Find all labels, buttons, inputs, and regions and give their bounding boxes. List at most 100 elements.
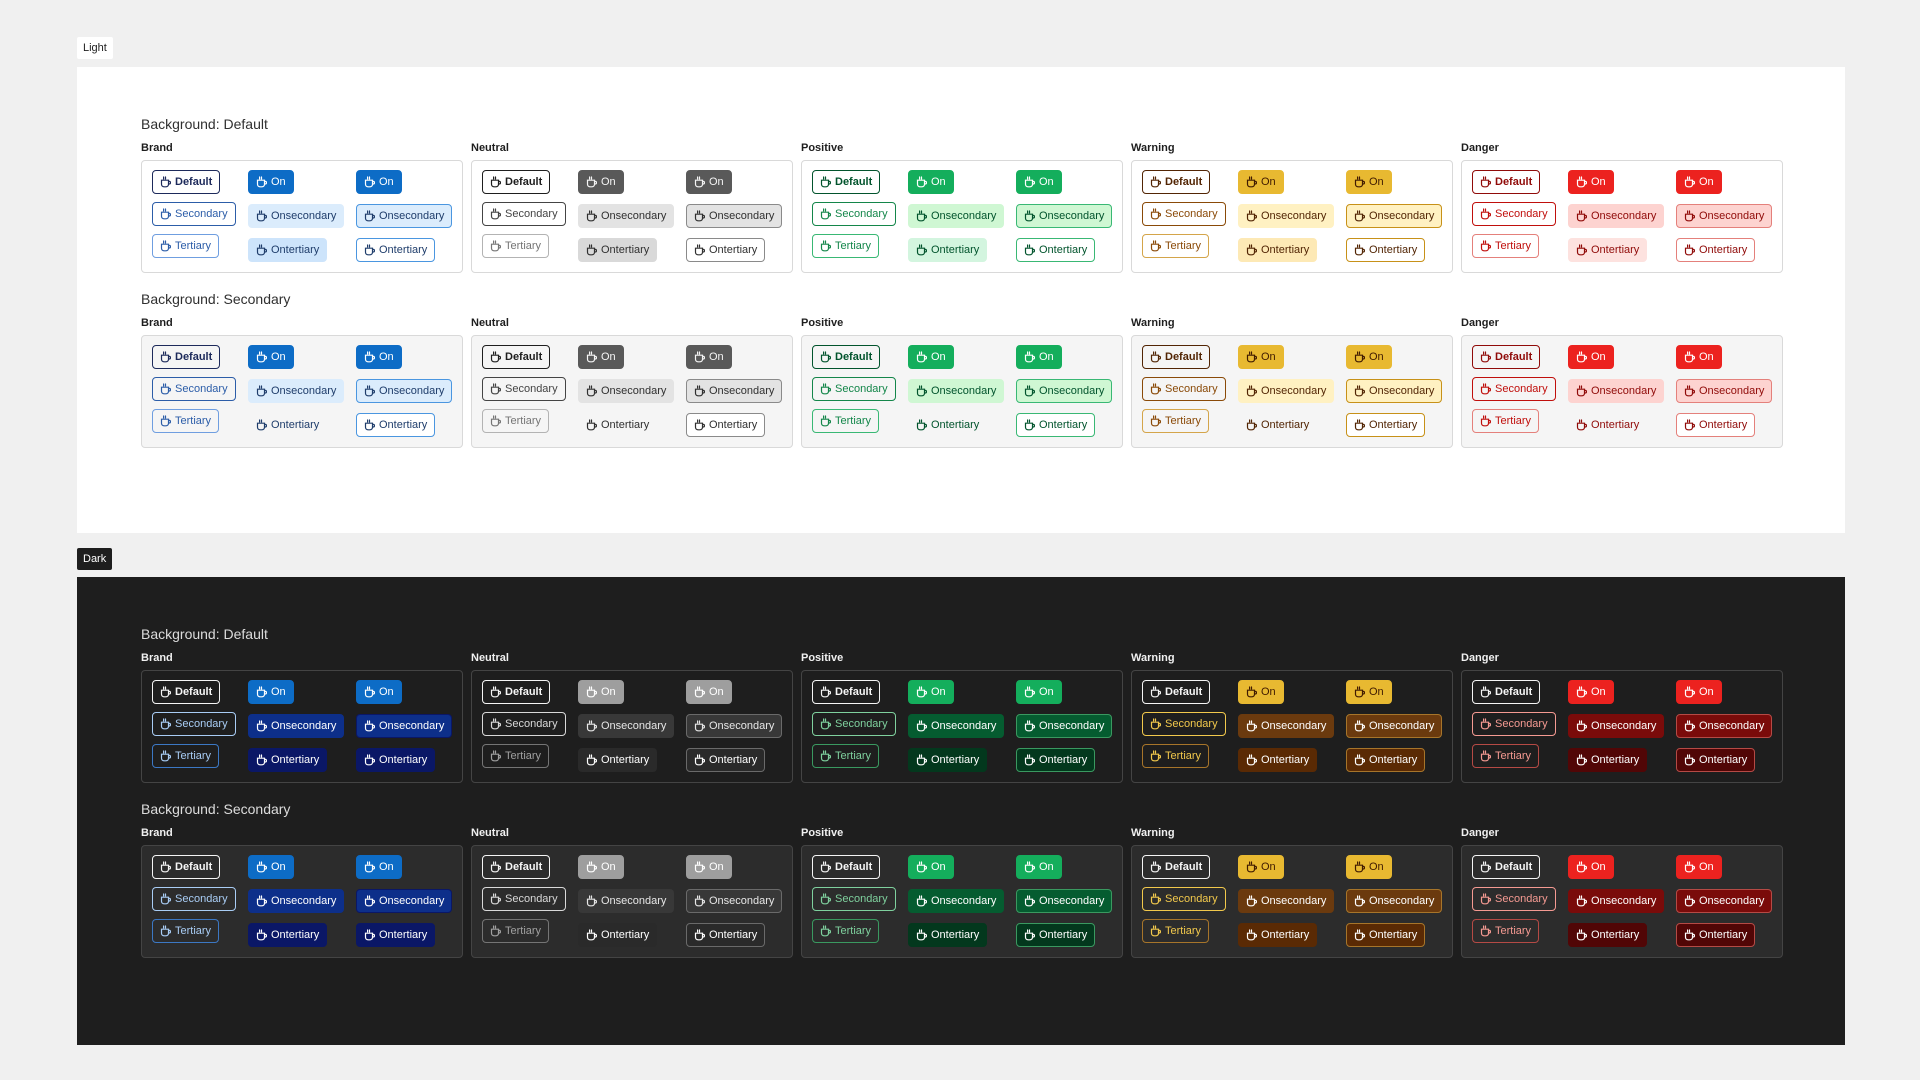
warning-on-button-1[interactable]: On [1238,855,1284,879]
brand-ontertiary-button-2[interactable]: Ontertiary [356,413,436,437]
positive-onsecondary-button-1[interactable]: Onsecondary [908,379,1005,403]
danger-onsecondary-button-2[interactable]: Onsecondary [1676,204,1773,228]
danger-ontertiary-button-2[interactable]: Ontertiary [1676,748,1756,772]
positive-tertiary-button-1[interactable]: Tertiary [812,234,880,258]
positive-onsecondary-button-1[interactable]: Onsecondary [908,714,1005,738]
positive-onsecondary-button-2[interactable]: Onsecondary [1016,714,1113,738]
warning-on-button-1[interactable]: On [1238,345,1284,369]
neutral-ontertiary-button-2[interactable]: Ontertiary [686,923,766,947]
danger-tertiary-button-1[interactable]: Tertiary [1472,919,1540,943]
positive-default-button-1[interactable]: Default [812,855,881,879]
warning-onsecondary-button-2[interactable]: Onsecondary [1346,204,1443,228]
danger-ontertiary-button-2[interactable]: Ontertiary [1676,413,1756,437]
neutral-default-button-1[interactable]: Default [482,680,551,704]
neutral-on-button-1[interactable]: On [578,680,624,704]
danger-tertiary-button-1[interactable]: Tertiary [1472,234,1540,258]
danger-secondary-button-1[interactable]: Secondary [1472,202,1556,226]
danger-onsecondary-button-1[interactable]: Onsecondary [1568,889,1665,913]
positive-secondary-button-1[interactable]: Secondary [812,712,896,736]
positive-onsecondary-button-2[interactable]: Onsecondary [1016,204,1113,228]
positive-ontertiary-button-1[interactable]: Ontertiary [908,413,987,437]
positive-ontertiary-button-1[interactable]: Ontertiary [908,923,988,947]
brand-ontertiary-button-1[interactable]: Ontertiary [248,238,328,262]
brand-secondary-button-1[interactable]: Secondary [152,712,236,736]
warning-on-button-1[interactable]: On [1238,680,1284,704]
brand-ontertiary-button-1[interactable]: Ontertiary [248,748,328,772]
danger-on-button-1[interactable]: On [1568,680,1614,704]
danger-on-button-2[interactable]: On [1676,345,1722,369]
danger-secondary-button-1[interactable]: Secondary [1472,377,1556,401]
positive-on-button-1[interactable]: On [908,345,954,369]
danger-ontertiary-button-2[interactable]: Ontertiary [1676,923,1756,947]
brand-onsecondary-button-2[interactable]: Onsecondary [356,889,453,913]
warning-onsecondary-button-1[interactable]: Onsecondary [1238,204,1335,228]
positive-on-button-2[interactable]: On [1016,680,1062,704]
warning-on-button-2[interactable]: On [1346,855,1392,879]
warning-ontertiary-button-2[interactable]: Ontertiary [1346,238,1426,262]
danger-ontertiary-button-2[interactable]: Ontertiary [1676,238,1756,262]
warning-on-button-2[interactable]: On [1346,345,1392,369]
positive-ontertiary-button-2[interactable]: Ontertiary [1016,923,1096,947]
brand-on-button-1[interactable]: On [248,170,294,194]
neutral-secondary-button-1[interactable]: Secondary [482,202,566,226]
warning-on-button-2[interactable]: On [1346,680,1392,704]
neutral-on-button-1[interactable]: On [578,855,624,879]
brand-default-button-1[interactable]: Default [152,855,221,879]
warning-tertiary-button-1[interactable]: Tertiary [1142,409,1210,433]
brand-default-button-1[interactable]: Default [152,170,221,194]
brand-onsecondary-button-1[interactable]: Onsecondary [248,379,345,403]
positive-default-button-1[interactable]: Default [812,170,881,194]
danger-on-button-2[interactable]: On [1676,680,1722,704]
danger-ontertiary-button-1[interactable]: Ontertiary [1568,238,1648,262]
positive-tertiary-button-1[interactable]: Tertiary [812,409,880,433]
brand-secondary-button-1[interactable]: Secondary [152,887,236,911]
positive-onsecondary-button-1[interactable]: Onsecondary [908,889,1005,913]
brand-onsecondary-button-2[interactable]: Onsecondary [356,204,453,228]
neutral-tertiary-button-1[interactable]: Tertiary [482,744,550,768]
neutral-secondary-button-1[interactable]: Secondary [482,377,566,401]
brand-ontertiary-button-2[interactable]: Ontertiary [356,238,436,262]
warning-secondary-button-1[interactable]: Secondary [1142,377,1226,401]
warning-ontertiary-button-2[interactable]: Ontertiary [1346,413,1426,437]
neutral-tertiary-button-1[interactable]: Tertiary [482,919,550,943]
brand-on-button-2[interactable]: On [356,855,402,879]
brand-ontertiary-button-2[interactable]: Ontertiary [356,748,436,772]
neutral-ontertiary-button-1[interactable]: Ontertiary [578,748,658,772]
positive-ontertiary-button-2[interactable]: Ontertiary [1016,413,1096,437]
warning-ontertiary-button-1[interactable]: Ontertiary [1238,748,1318,772]
positive-secondary-button-1[interactable]: Secondary [812,887,896,911]
brand-onsecondary-button-2[interactable]: Onsecondary [356,379,453,403]
warning-onsecondary-button-1[interactable]: Onsecondary [1238,379,1335,403]
brand-tertiary-button-1[interactable]: Tertiary [152,409,220,433]
warning-ontertiary-button-1[interactable]: Ontertiary [1238,413,1317,437]
positive-ontertiary-button-1[interactable]: Ontertiary [908,238,988,262]
warning-secondary-button-1[interactable]: Secondary [1142,202,1226,226]
neutral-onsecondary-button-2[interactable]: Onsecondary [686,379,783,403]
danger-on-button-1[interactable]: On [1568,855,1614,879]
danger-onsecondary-button-1[interactable]: Onsecondary [1568,714,1665,738]
positive-onsecondary-button-2[interactable]: Onsecondary [1016,889,1113,913]
brand-on-button-2[interactable]: On [356,170,402,194]
neutral-tertiary-button-1[interactable]: Tertiary [482,409,550,433]
brand-ontertiary-button-1[interactable]: Ontertiary [248,923,328,947]
brand-on-button-1[interactable]: On [248,680,294,704]
neutral-secondary-button-1[interactable]: Secondary [482,887,566,911]
neutral-secondary-button-1[interactable]: Secondary [482,712,566,736]
brand-on-button-1[interactable]: On [248,855,294,879]
positive-tertiary-button-1[interactable]: Tertiary [812,919,880,943]
positive-default-button-1[interactable]: Default [812,345,881,369]
warning-secondary-button-1[interactable]: Secondary [1142,887,1226,911]
positive-onsecondary-button-1[interactable]: Onsecondary [908,204,1005,228]
brand-onsecondary-button-2[interactable]: Onsecondary [356,714,453,738]
danger-default-button-1[interactable]: Default [1472,170,1541,194]
neutral-on-button-1[interactable]: On [578,170,624,194]
neutral-on-button-1[interactable]: On [578,345,624,369]
warning-ontertiary-button-1[interactable]: Ontertiary [1238,238,1318,262]
danger-onsecondary-button-1[interactable]: Onsecondary [1568,204,1665,228]
positive-ontertiary-button-1[interactable]: Ontertiary [908,748,988,772]
positive-secondary-button-1[interactable]: Secondary [812,377,896,401]
positive-default-button-1[interactable]: Default [812,680,881,704]
brand-ontertiary-button-2[interactable]: Ontertiary [356,923,436,947]
warning-tertiary-button-1[interactable]: Tertiary [1142,919,1210,943]
neutral-ontertiary-button-1[interactable]: Ontertiary [578,413,657,437]
